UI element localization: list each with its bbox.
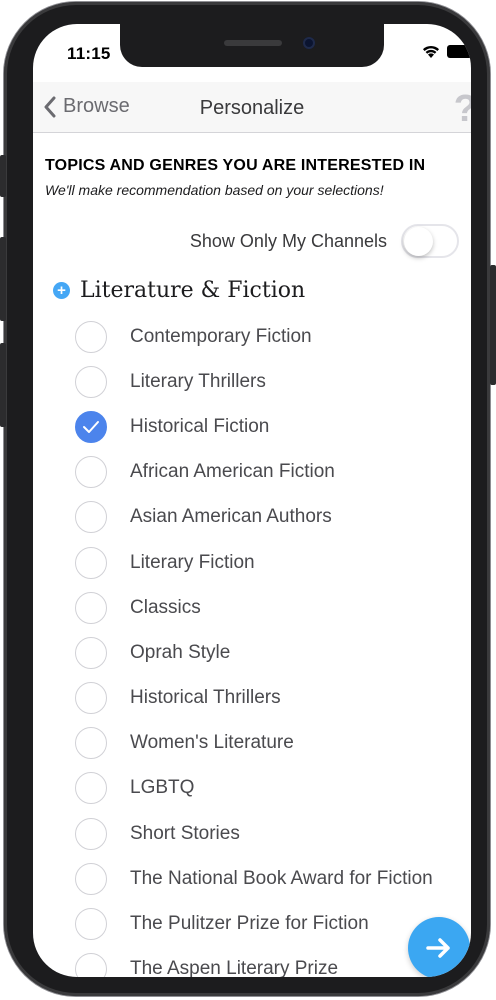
- notch: [120, 24, 384, 67]
- toggle-knob: [404, 227, 433, 256]
- empty-circle-icon[interactable]: [75, 862, 107, 895]
- genre-label: Asian American Authors: [130, 506, 332, 528]
- category-label: Literature & Fiction: [80, 278, 306, 303]
- genre-label: Contemporary Fiction: [130, 325, 312, 347]
- genre-label: Historical Fiction: [130, 415, 270, 437]
- empty-circle-icon[interactable]: [75, 682, 107, 715]
- genre-item[interactable]: Literary Thrillers: [33, 359, 471, 404]
- genre-label: Oprah Style: [130, 641, 231, 663]
- empty-circle-icon[interactable]: [75, 365, 107, 398]
- genre-label: Literary Fiction: [130, 551, 255, 573]
- empty-circle-icon[interactable]: [75, 591, 107, 624]
- page-title: Personalize: [199, 97, 305, 119]
- genre-item[interactable]: Women's Literature: [33, 721, 471, 766]
- genre-item[interactable]: The Pulitzer Prize for Fiction: [33, 901, 471, 946]
- genre-item[interactable]: Historical Fiction: [33, 404, 471, 449]
- status-time: 11:15: [67, 44, 111, 63]
- genre-label: Historical Thrillers: [130, 687, 281, 709]
- navigation-bar: Browse Personalize ?: [33, 82, 471, 133]
- section-title: TOPICS AND GENRES YOU ARE INTERESTED IN: [45, 157, 426, 174]
- genre-item[interactable]: The National Book Award for Fiction: [33, 856, 471, 901]
- genre-label: The National Book Award for Fiction: [130, 867, 433, 889]
- empty-circle-icon[interactable]: [75, 908, 107, 941]
- side-button-power: [490, 265, 496, 385]
- show-only-my-channels-toggle[interactable]: [401, 224, 459, 258]
- genre-label: Classics: [130, 596, 201, 618]
- genre-label: African American Fiction: [130, 461, 335, 483]
- empty-circle-icon[interactable]: [75, 772, 107, 805]
- screen: 11:15 Browse Personalize ? TOPIC: [33, 24, 471, 977]
- empty-circle-icon[interactable]: [75, 636, 107, 669]
- content: TOPICS AND GENRES YOU ARE INTERESTED IN …: [33, 133, 471, 977]
- empty-circle-icon[interactable]: [75, 953, 107, 977]
- toggle-label: Show Only My Channels: [189, 230, 387, 251]
- genre-item[interactable]: The Aspen Literary Prize: [33, 947, 471, 977]
- genre-list: Contemporary Fiction Literary Thrillers Hi…: [33, 314, 471, 977]
- checkmark-circle-icon[interactable]: [75, 410, 107, 443]
- genre-item[interactable]: Classics: [33, 585, 471, 630]
- status-icons: [421, 44, 471, 59]
- genre-label: The Pulitzer Prize for Fiction: [130, 913, 369, 935]
- empty-circle-icon[interactable]: [75, 501, 107, 534]
- genre-label: The Aspen Literary Prize: [130, 958, 339, 977]
- empty-circle-icon[interactable]: [75, 817, 107, 850]
- side-button-mute: [0, 155, 6, 197]
- phone-frame: 11:15 Browse Personalize ? TOPIC: [4, 2, 490, 996]
- category-header[interactable]: + Literature & Fiction: [53, 278, 305, 303]
- toggle-row: Show Only My Channels: [33, 223, 459, 259]
- side-button-volume-down: [0, 343, 6, 427]
- genre-label: Literary Thrillers: [130, 370, 266, 392]
- next-button[interactable]: [408, 917, 470, 977]
- wifi-icon: [423, 45, 439, 58]
- genre-item[interactable]: Short Stories: [33, 811, 471, 856]
- empty-circle-icon[interactable]: [75, 727, 107, 760]
- genre-item[interactable]: Asian American Authors: [33, 495, 471, 540]
- speaker: [224, 40, 282, 46]
- help-button[interactable]: ?: [454, 88, 471, 131]
- genre-item[interactable]: Oprah Style: [33, 630, 471, 675]
- side-button-volume-up: [0, 237, 6, 321]
- section-subtitle: We'll make recommendation based on your …: [45, 182, 384, 198]
- genre-label: Women's Literature: [130, 732, 294, 754]
- arrow-right-icon: [426, 938, 450, 958]
- genre-label: Short Stories: [130, 822, 240, 844]
- plus-circle-icon: +: [53, 282, 70, 299]
- genre-item[interactable]: LGBTQ: [33, 766, 471, 811]
- camera: [303, 37, 315, 49]
- empty-circle-icon[interactable]: [75, 546, 107, 579]
- genre-item[interactable]: Contemporary Fiction: [33, 314, 471, 359]
- genre-item[interactable]: Literary Fiction: [33, 540, 471, 585]
- battery-icon: [447, 45, 471, 58]
- genre-item[interactable]: African American Fiction: [33, 450, 471, 495]
- genre-label: LGBTQ: [130, 777, 195, 799]
- empty-circle-icon[interactable]: [75, 320, 107, 353]
- genre-item[interactable]: Historical Thrillers: [33, 676, 471, 721]
- empty-circle-icon[interactable]: [75, 456, 107, 489]
